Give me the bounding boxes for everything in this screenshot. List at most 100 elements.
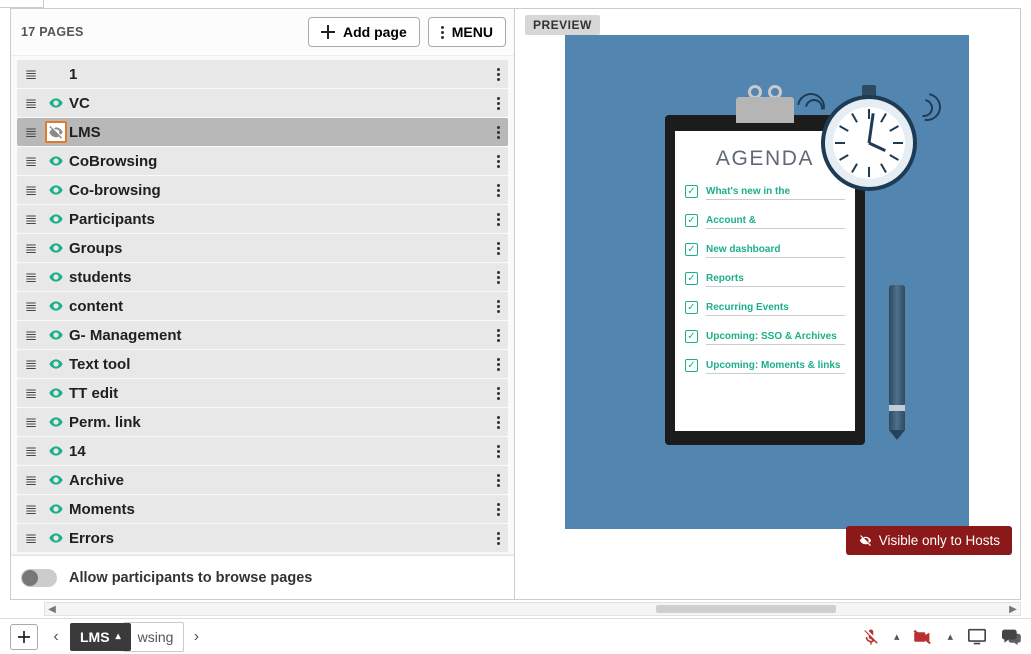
mic-off-icon[interactable] bbox=[862, 628, 880, 646]
row-menu-button[interactable] bbox=[495, 385, 502, 402]
preview-pane: PREVIEW AGENDA ✓What's new in the✓Accoun… bbox=[515, 9, 1020, 599]
row-menu-button[interactable] bbox=[495, 66, 502, 83]
drag-handle-icon[interactable]: ≣ bbox=[21, 292, 41, 320]
page-list[interactable]: ≣1≣VC≣LMS≣CoBrowsing≣Co-browsing≣Partici… bbox=[11, 55, 514, 555]
scroll-thumb[interactable] bbox=[656, 605, 836, 613]
bottom-bar: ‹ LMS ▴ wsing › ▴ ▴ bbox=[0, 618, 1031, 654]
visibility-on-icon[interactable] bbox=[45, 92, 67, 114]
drag-handle-icon[interactable]: ≣ bbox=[21, 147, 41, 175]
visibility-on-icon[interactable] bbox=[45, 469, 67, 491]
page-label: Text tool bbox=[69, 356, 495, 373]
drag-handle-icon[interactable]: ≣ bbox=[21, 118, 41, 146]
mic-menu-button[interactable]: ▴ bbox=[894, 630, 900, 643]
visibility-on-icon[interactable] bbox=[45, 527, 67, 549]
drag-handle-icon[interactable]: ≣ bbox=[21, 263, 41, 291]
hosts-only-badge: Visible only to Hosts bbox=[846, 526, 1012, 555]
page-row[interactable]: ≣TT edit bbox=[17, 379, 508, 407]
page-row[interactable]: ≣Co-browsing bbox=[17, 176, 508, 204]
page-row[interactable]: ≣CoBrowsing bbox=[17, 147, 508, 175]
agenda-item-text: New dashboard bbox=[706, 243, 845, 258]
row-menu-button[interactable] bbox=[495, 356, 502, 373]
drag-handle-icon[interactable]: ≣ bbox=[21, 524, 41, 552]
drag-handle-icon[interactable]: ≣ bbox=[21, 437, 41, 465]
page-row[interactable]: ≣G- Management bbox=[17, 321, 508, 349]
drag-handle-icon[interactable]: ≣ bbox=[21, 205, 41, 233]
agenda-item: ✓Upcoming: SSO & Archives bbox=[685, 330, 845, 345]
screen-share-icon[interactable] bbox=[967, 628, 987, 646]
page-row[interactable]: ≣content bbox=[17, 292, 508, 320]
add-page-button[interactable]: Add page bbox=[308, 17, 420, 47]
drag-handle-icon[interactable]: ≣ bbox=[21, 234, 41, 262]
browse-toggle-label: Allow participants to browse pages bbox=[69, 570, 312, 586]
row-menu-button[interactable] bbox=[495, 443, 502, 460]
visibility-on-icon[interactable] bbox=[45, 63, 67, 85]
scroll-left-icon[interactable]: ◀ bbox=[45, 604, 59, 615]
row-menu-button[interactable] bbox=[495, 298, 502, 315]
drag-handle-icon[interactable]: ≣ bbox=[21, 321, 41, 349]
page-row[interactable]: ≣14 bbox=[17, 437, 508, 465]
row-menu-button[interactable] bbox=[495, 182, 502, 199]
agenda-item: ✓Reports bbox=[685, 272, 845, 287]
page-row[interactable]: ≣Moments bbox=[17, 495, 508, 523]
row-menu-button[interactable] bbox=[495, 269, 502, 286]
camera-off-icon[interactable] bbox=[913, 629, 933, 645]
row-menu-button[interactable] bbox=[495, 501, 502, 518]
drag-handle-icon[interactable]: ≣ bbox=[21, 350, 41, 378]
drag-handle-icon[interactable]: ≣ bbox=[21, 89, 41, 117]
row-menu-button[interactable] bbox=[495, 211, 502, 228]
page-row[interactable]: ≣ VC bbox=[17, 89, 508, 117]
page-row[interactable]: ≣ Groups bbox=[17, 234, 508, 262]
drag-handle-icon[interactable]: ≣ bbox=[21, 176, 41, 204]
chat-icon[interactable] bbox=[1001, 628, 1021, 646]
row-menu-button[interactable] bbox=[495, 530, 502, 547]
hosts-badge-label: Visible only to Hosts bbox=[879, 533, 1000, 548]
scroll-right-icon[interactable]: ▶ bbox=[1006, 604, 1020, 615]
page-row[interactable]: ≣Perm. link bbox=[17, 408, 508, 436]
visibility-on-icon[interactable] bbox=[45, 237, 67, 259]
drag-handle-icon[interactable]: ≣ bbox=[21, 379, 41, 407]
row-menu-button[interactable] bbox=[495, 240, 502, 257]
visibility-on-icon[interactable] bbox=[45, 324, 67, 346]
tab-current[interactable]: LMS ▴ bbox=[70, 623, 131, 651]
tab-next-button[interactable]: › bbox=[186, 628, 206, 646]
visibility-on-icon[interactable] bbox=[45, 179, 67, 201]
drag-handle-icon[interactable]: ≣ bbox=[21, 495, 41, 523]
visibility-on-icon[interactable] bbox=[45, 411, 67, 433]
page-row[interactable]: ≣LMS bbox=[17, 118, 508, 146]
page-label: VC bbox=[69, 95, 495, 112]
new-tab-button[interactable] bbox=[10, 624, 38, 650]
row-menu-button[interactable] bbox=[495, 472, 502, 489]
visibility-off-icon[interactable] bbox=[45, 121, 67, 143]
visibility-on-icon[interactable] bbox=[45, 353, 67, 375]
row-menu-button[interactable] bbox=[495, 153, 502, 170]
visibility-on-icon[interactable] bbox=[45, 498, 67, 520]
drag-handle-icon[interactable]: ≣ bbox=[21, 408, 41, 436]
horizontal-scrollbar[interactable]: ◀ ▶ bbox=[44, 602, 1021, 616]
row-menu-button[interactable] bbox=[495, 124, 502, 141]
drag-handle-icon[interactable]: ≣ bbox=[21, 466, 41, 494]
page-row[interactable]: ≣ Text tool bbox=[17, 350, 508, 378]
visibility-on-icon[interactable] bbox=[45, 150, 67, 172]
page-label: Groups bbox=[69, 240, 495, 257]
page-row[interactable]: ≣1 bbox=[17, 60, 508, 88]
row-menu-button[interactable] bbox=[495, 414, 502, 431]
browse-toggle[interactable] bbox=[21, 569, 57, 587]
tab-prev-button[interactable]: ‹ bbox=[46, 628, 66, 646]
visibility-on-icon[interactable] bbox=[45, 208, 67, 230]
page-row[interactable]: ≣Participants bbox=[17, 205, 508, 233]
drag-handle-icon[interactable]: ≣ bbox=[21, 60, 41, 88]
page-row[interactable]: ≣Archive bbox=[17, 466, 508, 494]
visibility-on-icon[interactable] bbox=[45, 266, 67, 288]
row-menu-button[interactable] bbox=[495, 327, 502, 344]
tab-behind[interactable]: wsing bbox=[123, 622, 185, 652]
visibility-on-icon[interactable] bbox=[45, 382, 67, 404]
row-menu-button[interactable] bbox=[495, 95, 502, 112]
menu-button[interactable]: MENU bbox=[428, 17, 506, 47]
visibility-on-icon[interactable] bbox=[45, 295, 67, 317]
page-row[interactable]: ≣students bbox=[17, 263, 508, 291]
page-list-header: 17 PAGES Add page MENU bbox=[11, 9, 514, 55]
page-row[interactable]: ≣Errors bbox=[17, 524, 508, 552]
scroll-track[interactable] bbox=[59, 603, 1006, 615]
visibility-on-icon[interactable] bbox=[45, 440, 67, 462]
camera-menu-button[interactable]: ▴ bbox=[947, 630, 953, 643]
